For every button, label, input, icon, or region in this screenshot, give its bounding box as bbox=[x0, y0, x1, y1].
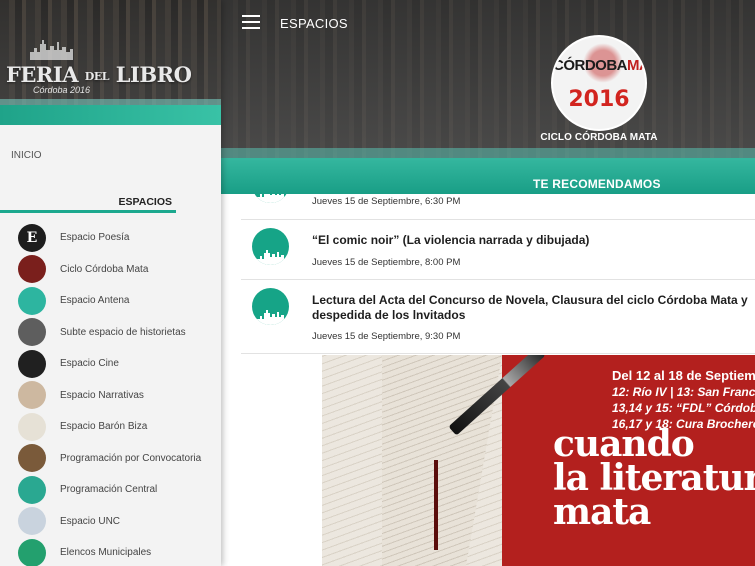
event-row[interactable]: “El comic noir” (La violencia narrada y … bbox=[241, 220, 755, 280]
space-thumbnail-icon bbox=[18, 444, 46, 473]
cordoba-mata-logo: CÓRDOBAMATA 2016 bbox=[551, 35, 647, 131]
banner-dates-line: 12: Río IV | 13: San Francisco bbox=[612, 385, 755, 399]
space-label: Programación Central bbox=[60, 484, 158, 496]
space-label: Espacio Cine bbox=[60, 358, 119, 370]
space-list: E Espacio Poesía Ciclo Córdoba Mata Espacio… bbox=[0, 222, 221, 566]
space-thumbnail-icon: E bbox=[18, 223, 46, 252]
space-label: Elencos Municipales bbox=[60, 547, 152, 559]
navigation-drawer: FERIA DEL LIBRO Córdoba 2016 INICIO ESPA… bbox=[0, 0, 221, 566]
space-thumbnail-icon bbox=[18, 507, 46, 536]
brand-feria: FERIA bbox=[6, 62, 78, 87]
logo-mata: MATA bbox=[627, 57, 647, 74]
banner-ink-drip bbox=[434, 460, 438, 550]
space-label: Espacio UNC bbox=[60, 515, 121, 527]
header-accent-strip bbox=[0, 99, 221, 125]
banner-headline-line: la literatura bbox=[553, 457, 755, 499]
promo-banner[interactable]: Del 12 al 18 de Septiembre 12: Río IV | … bbox=[322, 355, 755, 566]
drawer-space-item[interactable]: Espacio Barón Biza bbox=[0, 411, 221, 443]
event-date: Jueves 15 de Septiembre, 9:30 PM bbox=[312, 331, 461, 342]
space-thumbnail-icon bbox=[18, 412, 46, 441]
drawer-space-item[interactable]: Espacio Antena bbox=[0, 285, 221, 317]
drawer-space-item[interactable]: Espacio Cine bbox=[0, 348, 221, 380]
drawer-space-item[interactable]: Ciclo Córdoba Mata bbox=[0, 254, 221, 286]
space-thumbnail-icon bbox=[18, 286, 46, 315]
drawer-section-espacios[interactable]: ESPACIOS bbox=[0, 195, 176, 213]
space-thumbnail-icon bbox=[18, 381, 46, 410]
event-row[interactable]: Lectura del Acta del Concurso de Novela,… bbox=[241, 280, 755, 354]
brand-libro: LIBRO bbox=[115, 62, 192, 87]
brand-title: FERIA DEL LIBRO bbox=[6, 62, 192, 87]
space-thumbnail-icon bbox=[18, 475, 46, 504]
space-label: Ciclo Córdoba Mata bbox=[60, 263, 149, 275]
drawer-space-item[interactable]: Elencos Municipales bbox=[0, 537, 221, 566]
city-skyline-icon bbox=[30, 40, 73, 60]
drawer-item-inicio[interactable]: INICIO bbox=[0, 147, 221, 165]
space-label: Espacio Narrativas bbox=[60, 389, 144, 401]
recommend-heading: TE RECOMENDAMOS bbox=[533, 177, 661, 191]
space-label: Espacio Poesía bbox=[60, 232, 130, 244]
drawer-space-item[interactable]: Espacio UNC bbox=[0, 506, 221, 538]
space-thumbnail-icon bbox=[18, 255, 46, 284]
hamburger-menu-icon[interactable] bbox=[242, 14, 260, 30]
space-label: Subte espacio de historietas bbox=[60, 326, 186, 338]
drawer-space-item[interactable]: Espacio Narrativas bbox=[0, 380, 221, 412]
drawer-header: FERIA DEL LIBRO Córdoba 2016 bbox=[0, 0, 221, 125]
event-date: Jueves 15 de Septiembre, 8:00 PM bbox=[312, 257, 461, 268]
drawer-space-item[interactable]: Programación por Convocatoria bbox=[0, 443, 221, 475]
brand-edition: Córdoba 2016 bbox=[33, 85, 91, 95]
brand-del: DEL bbox=[84, 70, 110, 83]
banner-headline-line: cuando bbox=[553, 423, 695, 465]
space-label: Programación por Convocatoria bbox=[60, 452, 202, 464]
logo-year: 2016 bbox=[568, 87, 630, 112]
event-date: Jueves 15 de Septiembre, 6:30 PM bbox=[312, 196, 461, 207]
city-skyline-icon bbox=[252, 228, 289, 265]
appbar-accent-band bbox=[221, 148, 755, 194]
drawer-space-item[interactable]: Subte espacio de historietas bbox=[0, 317, 221, 349]
section-label: ESPACIOS bbox=[118, 196, 172, 208]
app-root: FERIA DEL LIBRO Córdoba 2016 INICIO ESPA… bbox=[0, 0, 755, 566]
app-bar: ESPACIOS CÓRDOBAMATA 2016 CICLO CÓRDOBA … bbox=[221, 0, 755, 194]
cycle-caption: CICLO CÓRDOBA MATA bbox=[540, 132, 658, 143]
banner-headline: cuando la literatura mata bbox=[553, 423, 755, 533]
city-skyline-icon bbox=[252, 288, 289, 325]
space-label: Espacio Antena bbox=[60, 295, 130, 307]
drawer-space-item[interactable]: Programación Central bbox=[0, 474, 221, 506]
space-thumbnail-icon bbox=[18, 538, 46, 566]
event-title: Lectura del Acta del Concurso de Novela,… bbox=[312, 293, 748, 322]
appbar-title: ESPACIOS bbox=[280, 16, 348, 31]
logo-cordoba: CÓRDOBA bbox=[553, 57, 628, 74]
banner-dates-line: Del 12 al 18 de Septiembre bbox=[612, 368, 755, 383]
space-label: Espacio Barón Biza bbox=[60, 421, 148, 433]
section-underline bbox=[0, 210, 176, 213]
space-thumbnail-icon bbox=[18, 318, 46, 347]
banner-dates-line: 13,14 y 15: “FDL” Córdoba bbox=[612, 401, 755, 415]
space-thumbnail-icon bbox=[18, 349, 46, 378]
banner-headline-line: mata bbox=[553, 491, 651, 533]
event-title: “El comic noir” (La violencia narrada y … bbox=[312, 233, 590, 247]
main-content: Jueves 15 de Septiembre, 6:30 PM “El comi… bbox=[221, 0, 755, 566]
logo-text: CÓRDOBAMATA bbox=[553, 57, 645, 74]
drawer-space-item[interactable]: E Espacio Poesía bbox=[0, 222, 221, 254]
